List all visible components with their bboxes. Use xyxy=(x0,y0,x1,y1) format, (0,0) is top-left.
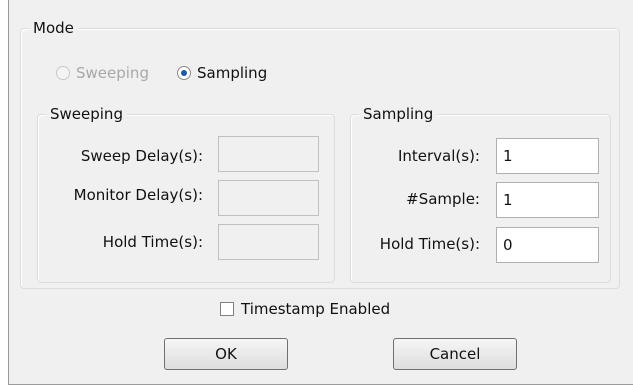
radio-sampling-indicator xyxy=(177,66,191,80)
sample-count-field[interactable]: 1 xyxy=(496,182,599,218)
sweeping-group-title: Sweeping xyxy=(46,104,127,124)
sample-hold-time-field[interactable]: 0 xyxy=(496,227,599,263)
timestamp-checkbox-box[interactable] xyxy=(220,302,234,316)
radio-sweeping-indicator xyxy=(56,66,70,80)
sweep-delay-field[interactable] xyxy=(218,136,319,172)
interval-field[interactable]: 1 xyxy=(496,138,599,174)
sample-count-label: #Sample: xyxy=(406,190,480,208)
sampling-group-title: Sampling xyxy=(359,104,438,124)
ok-button[interactable]: OK xyxy=(164,338,288,370)
radio-sampling[interactable]: Sampling xyxy=(177,64,267,82)
sweep-hold-time-field[interactable] xyxy=(218,224,319,260)
cancel-button[interactable]: Cancel xyxy=(393,338,517,370)
monitor-delay-field[interactable] xyxy=(218,180,319,216)
mode-group-title: Mode xyxy=(29,18,78,38)
interval-label: Interval(s): xyxy=(397,147,480,165)
sample-hold-time-label: Hold Time(s): xyxy=(379,235,480,253)
radio-sweeping[interactable]: Sweeping xyxy=(56,64,149,82)
radio-sampling-label: Sampling xyxy=(197,64,268,82)
sweep-delay-label: Sweep Delay(s): xyxy=(80,147,203,165)
timestamp-checkbox-label: Timestamp Enabled xyxy=(241,300,391,318)
monitor-delay-label: Monitor Delay(s): xyxy=(73,186,203,204)
radio-sweeping-label: Sweeping xyxy=(76,64,149,82)
timestamp-checkbox[interactable]: Timestamp Enabled xyxy=(220,300,390,318)
sweep-hold-time-label: Hold Time(s): xyxy=(102,233,203,251)
